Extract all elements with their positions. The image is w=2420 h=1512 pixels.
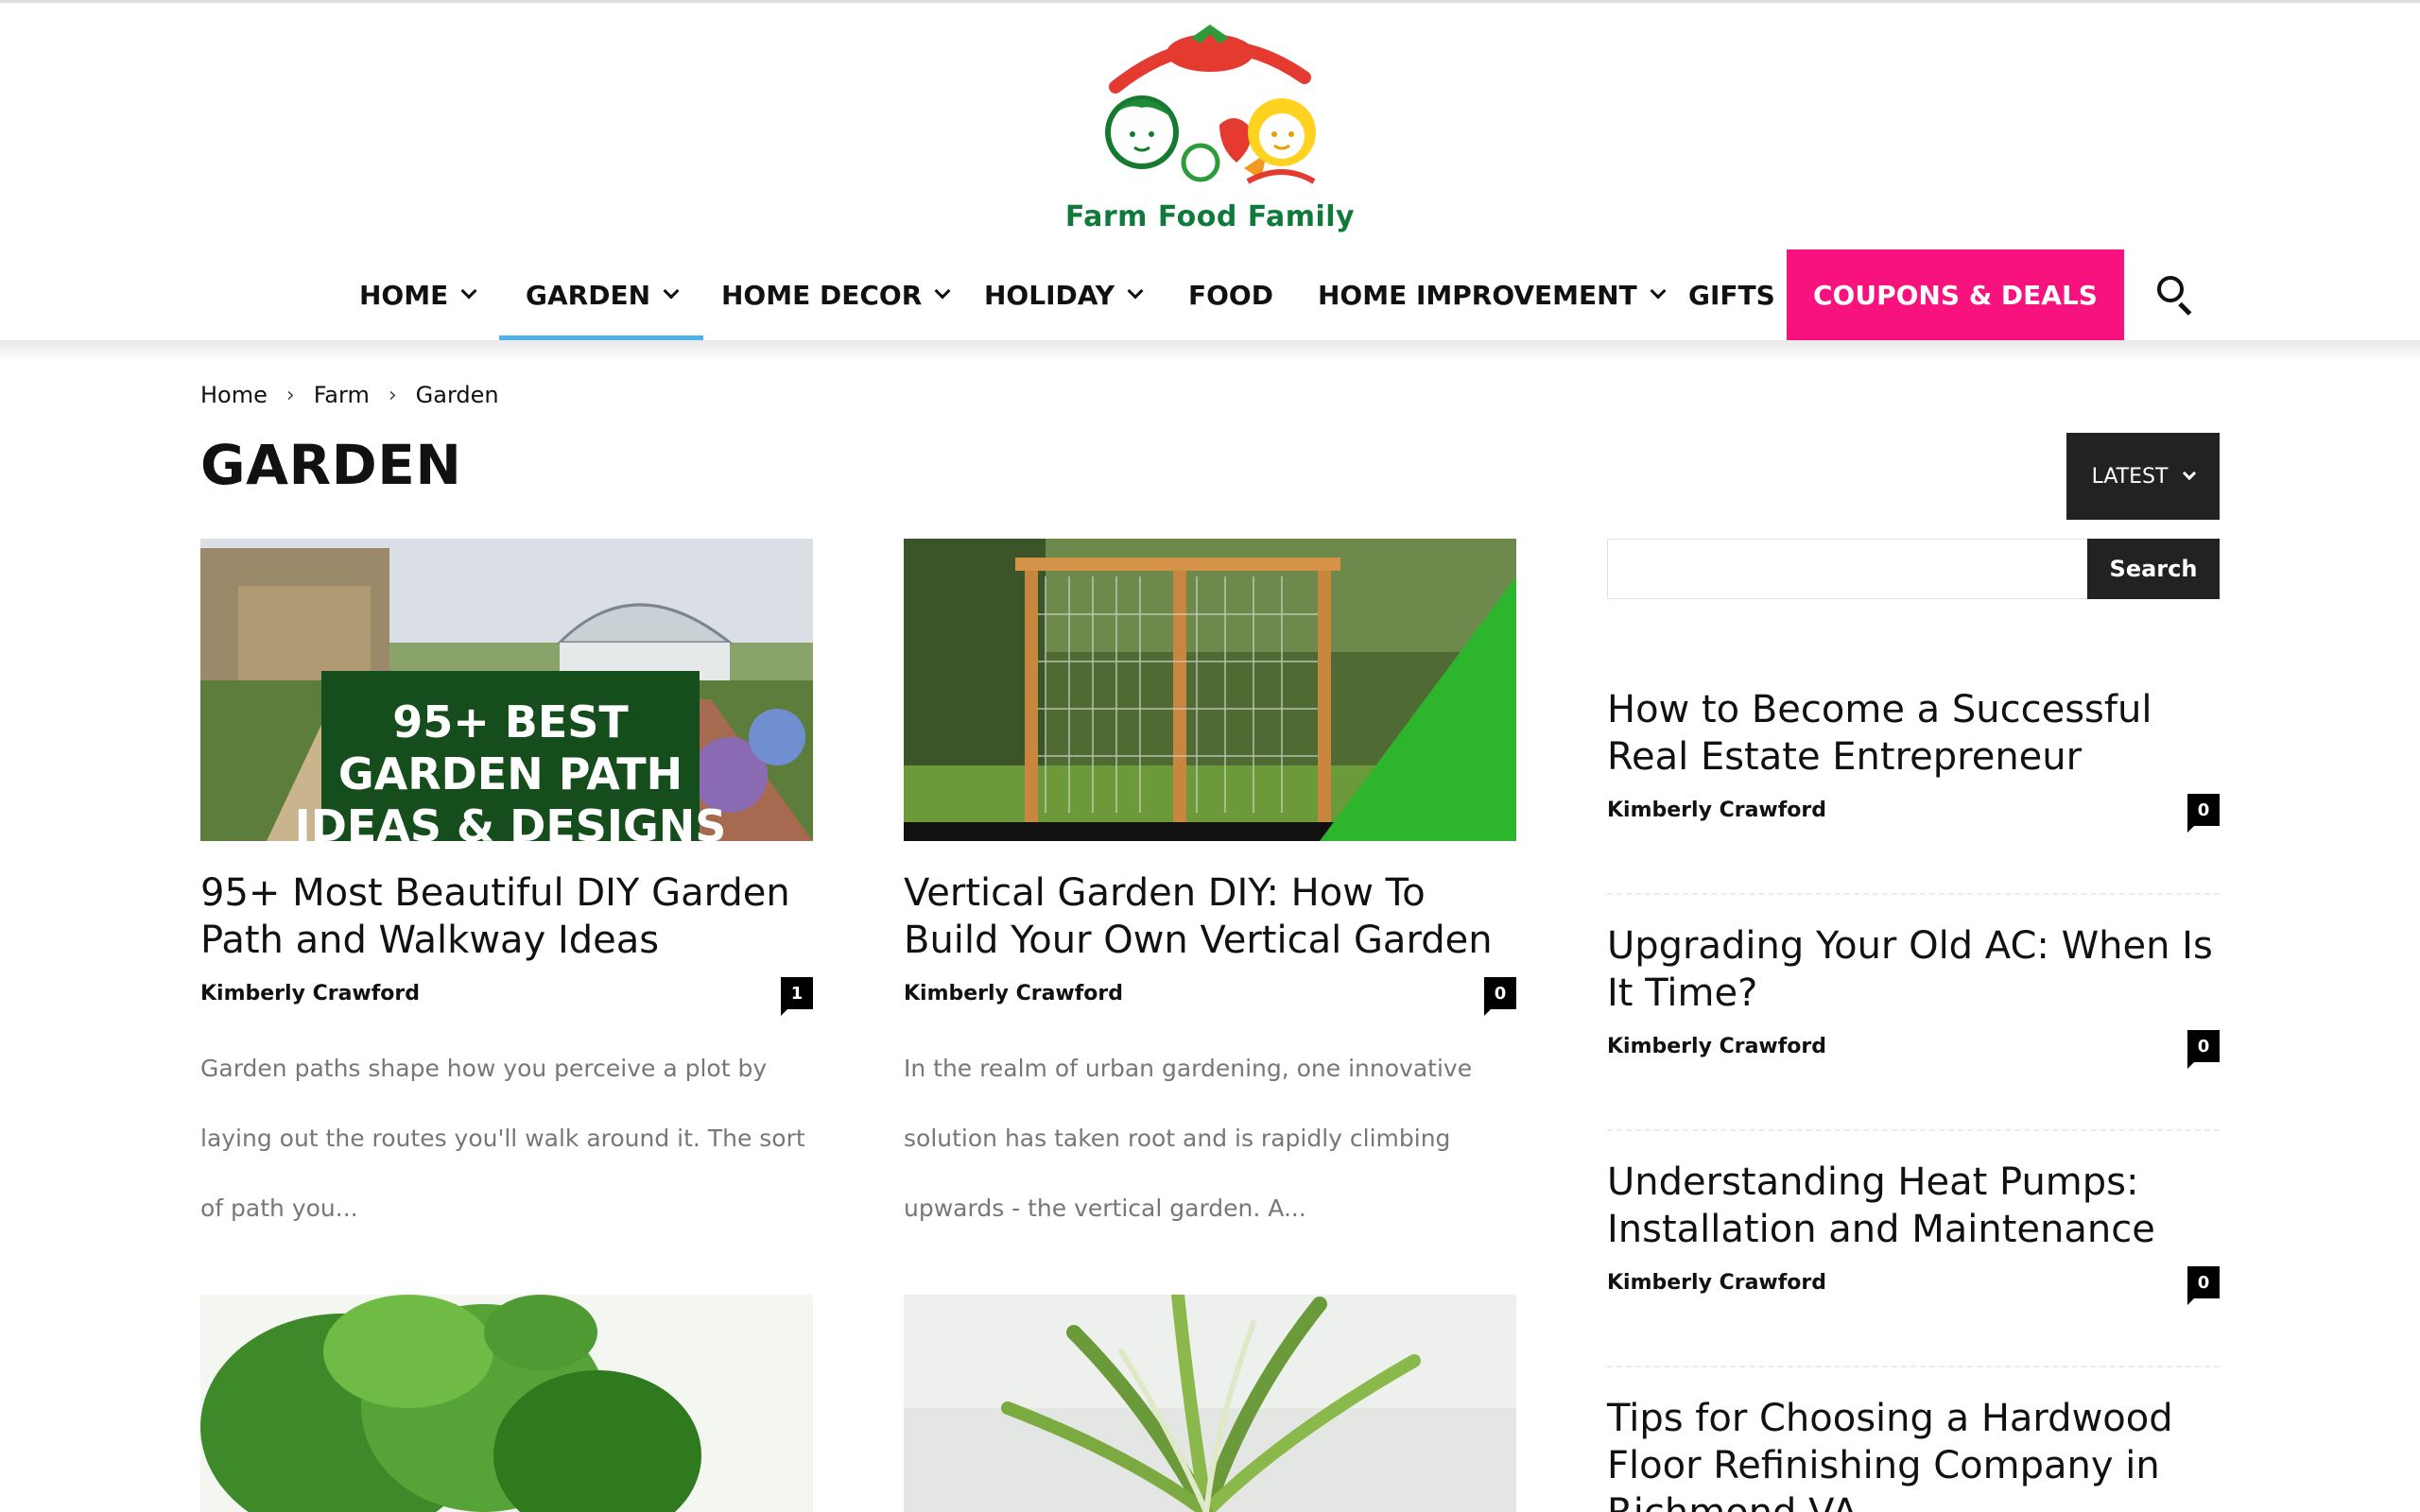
sidebar-divider bbox=[1607, 1129, 2220, 1131]
sidebar-search: Search bbox=[1607, 539, 2220, 599]
breadcrumb-garden: Garden bbox=[415, 382, 499, 408]
article-thumbnail[interactable] bbox=[904, 539, 1516, 841]
sidebar-post: Tips for Choosing a Hardwood Floor Refin… bbox=[1607, 1395, 2220, 1512]
sidebar-divider bbox=[1607, 893, 2220, 895]
article-thumbnail[interactable] bbox=[904, 1295, 1516, 1512]
sidebar-post-meta: Kimberly Crawford 0 bbox=[1607, 1030, 2220, 1069]
spider-plant-image bbox=[904, 1295, 1516, 1512]
nav-shadow bbox=[0, 340, 2420, 361]
article-author[interactable]: Kimberly Crawford bbox=[904, 982, 1123, 1005]
article-title[interactable]: Vertical Garden DIY: How To Build Your O… bbox=[904, 869, 1516, 964]
sidebar-post-meta: Kimberly Crawford 0 bbox=[1607, 1266, 2220, 1305]
sidebar-post-meta: Kimberly Crawford 0 bbox=[1607, 794, 2220, 833]
sidebar-post-title[interactable]: Tips for Choosing a Hardwood Floor Refin… bbox=[1607, 1395, 2220, 1512]
sidebar-post-author[interactable]: Kimberly Crawford bbox=[1607, 1035, 1826, 1058]
article-meta: Kimberly Crawford 0 bbox=[904, 977, 1516, 1016]
sidebar-post: Upgrading Your Old AC: When Is It Time? … bbox=[1607, 922, 2220, 1069]
breadcrumb: Home › Farm › Garden bbox=[200, 382, 499, 408]
sidebar-divider bbox=[1607, 1366, 2220, 1367]
sidebar-post: Understanding Heat Pumps: Installation a… bbox=[1607, 1159, 2220, 1305]
herb-image bbox=[200, 1295, 813, 1512]
article-card bbox=[200, 1295, 813, 1512]
nav-home-improvement-label: HOME IMPROVEMENT bbox=[1318, 279, 1637, 311]
nav-food[interactable]: FOOD bbox=[1188, 249, 1273, 340]
article-thumbnail[interactable] bbox=[200, 1295, 813, 1512]
nav-home-decor[interactable]: HOME DECOR bbox=[721, 249, 951, 340]
nav-holiday-label: HOLIDAY bbox=[984, 279, 1115, 311]
nav-gifts[interactable]: GIFTS bbox=[1688, 249, 1775, 340]
vertical-garden-image bbox=[904, 539, 1516, 841]
image-text-line-2: GARDEN PATH bbox=[338, 748, 683, 799]
comment-count[interactable]: 0 bbox=[1484, 977, 1516, 1016]
chevron-down-icon bbox=[2183, 466, 2197, 481]
nav-home-decor-label: HOME DECOR bbox=[721, 279, 923, 311]
nav-food-label: FOOD bbox=[1188, 279, 1273, 311]
top-border bbox=[0, 0, 2420, 3]
sort-label: LATEST bbox=[2091, 464, 2169, 489]
sidebar-search-input[interactable] bbox=[1607, 539, 2087, 599]
image-text-line-1: 95+ BEST bbox=[392, 696, 629, 747]
article-excerpt: Garden paths shape how you perceive a pl… bbox=[200, 1055, 805, 1222]
image-text-line-3: IDEAS & DESIGNS bbox=[295, 800, 727, 841]
article-card bbox=[904, 1295, 1516, 1512]
breadcrumb-home[interactable]: Home bbox=[200, 382, 268, 408]
comment-count[interactable]: 0 bbox=[2187, 1266, 2220, 1305]
sidebar-post-author[interactable]: Kimberly Crawford bbox=[1607, 1271, 1826, 1295]
main-nav: HOME GARDEN HOME DECOR HOLIDAY FOOD HOME… bbox=[0, 249, 2420, 340]
nav-garden[interactable]: GARDEN bbox=[498, 249, 704, 340]
chevron-down-icon bbox=[1650, 283, 1667, 300]
nav-home[interactable]: HOME bbox=[359, 249, 477, 340]
breadcrumb-farm[interactable]: Farm bbox=[314, 382, 370, 408]
nav-garden-label: GARDEN bbox=[526, 279, 651, 311]
article-thumbnail[interactable]: 95+ BEST GARDEN PATH IDEAS & DESIGNS bbox=[200, 539, 813, 841]
nav-holiday[interactable]: HOLIDAY bbox=[984, 249, 1144, 340]
sidebar-post: How to Become a Successful Real Estate E… bbox=[1607, 686, 2220, 833]
comment-count[interactable]: 1 bbox=[781, 977, 813, 1016]
article-meta: Kimberly Crawford 1 bbox=[200, 977, 813, 1016]
nav-gifts-label: GIFTS bbox=[1688, 279, 1775, 311]
garden-path-image: 95+ BEST GARDEN PATH IDEAS & DESIGNS bbox=[200, 539, 813, 841]
logo-text: Farm Food Family bbox=[1064, 200, 1356, 233]
chevron-down-icon bbox=[460, 283, 477, 300]
nav-home-label: HOME bbox=[359, 279, 449, 311]
comment-count[interactable]: 0 bbox=[2187, 794, 2220, 833]
breadcrumb-separator-icon: › bbox=[285, 383, 295, 407]
nav-coupons-deals[interactable]: COUPONS & DEALS bbox=[1787, 249, 2124, 340]
sidebar-post-title[interactable]: Upgrading Your Old AC: When Is It Time? bbox=[1607, 922, 2220, 1017]
chevron-down-icon bbox=[1127, 283, 1144, 300]
search-icon[interactable] bbox=[2157, 276, 2195, 316]
article-card: Vertical Garden DIY: How To Build Your O… bbox=[904, 539, 1516, 1244]
sidebar-post-author[interactable]: Kimberly Crawford bbox=[1607, 799, 1826, 822]
chevron-down-icon bbox=[934, 283, 951, 300]
breadcrumb-separator-icon: › bbox=[388, 383, 397, 407]
article-card: 95+ BEST GARDEN PATH IDEAS & DESIGNS 95+… bbox=[200, 539, 813, 1244]
sidebar-post-title[interactable]: How to Become a Successful Real Estate E… bbox=[1607, 686, 2220, 781]
chevron-down-icon bbox=[663, 283, 680, 300]
nav-coupons-deals-label: COUPONS & DEALS bbox=[1813, 279, 2098, 311]
article-title[interactable]: 95+ Most Beautiful DIY Garden Path and W… bbox=[200, 869, 813, 964]
page-title: GARDEN bbox=[200, 433, 462, 497]
sidebar-search-button[interactable]: Search bbox=[2087, 539, 2220, 599]
logo-graphic bbox=[1105, 25, 1316, 184]
sort-dropdown[interactable]: LATEST bbox=[2066, 433, 2220, 520]
article-excerpt: In the realm of urban gardening, one inn… bbox=[904, 1055, 1473, 1222]
sidebar-post-title[interactable]: Understanding Heat Pumps: Installation a… bbox=[1607, 1159, 2220, 1253]
article-author[interactable]: Kimberly Crawford bbox=[200, 982, 420, 1005]
nav-home-improvement[interactable]: HOME IMPROVEMENT bbox=[1318, 249, 1667, 340]
comment-count[interactable]: 0 bbox=[2187, 1030, 2220, 1069]
